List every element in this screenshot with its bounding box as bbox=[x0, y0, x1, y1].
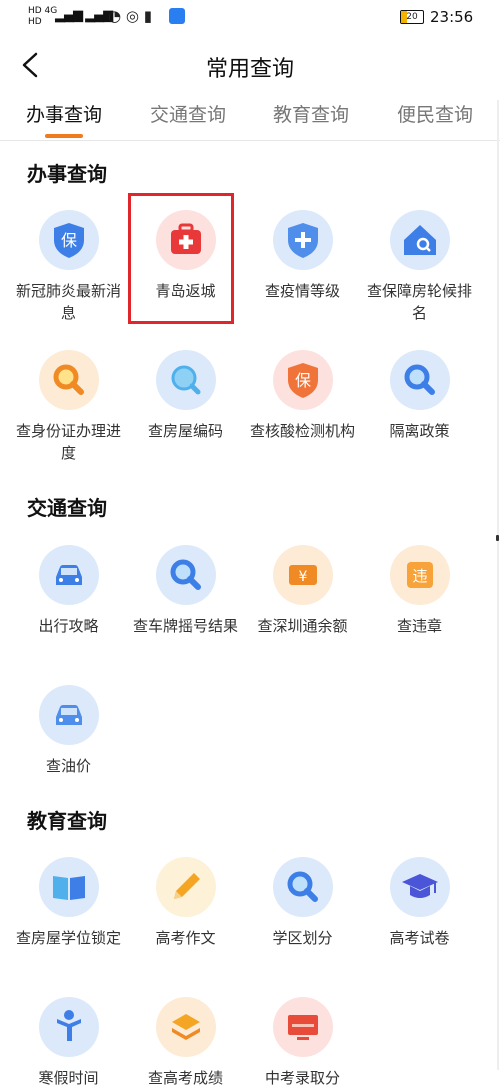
first-aid-kit-icon bbox=[155, 210, 216, 270]
grid-item-label: 查保障房轮候排名 bbox=[367, 282, 473, 322]
grid-item-label: 寒假时间 bbox=[38, 1069, 99, 1087]
grid-item-label: 出行攻略 bbox=[38, 617, 99, 635]
yuan-glyph: ¥ bbox=[298, 569, 307, 585]
battery-icon: 20 bbox=[400, 10, 424, 24]
violation-icon: 违 bbox=[389, 545, 450, 605]
grid-item-housing-ranking[interactable]: 查保障房轮候排名 bbox=[361, 210, 478, 324]
yuan-card-icon: ¥ bbox=[272, 545, 333, 605]
magnifier-icon bbox=[155, 545, 216, 605]
magnifier-icon bbox=[38, 350, 99, 410]
scrollbar-track[interactable] bbox=[497, 100, 499, 1070]
grid-item-oil-price[interactable]: 查油价 bbox=[10, 685, 127, 777]
bao-glyph: 保 bbox=[60, 231, 76, 250]
section-title-jiaotong: 交通查询 bbox=[27, 496, 107, 520]
bao-glyph: 保 bbox=[294, 371, 310, 390]
app-notification-icon bbox=[169, 8, 185, 24]
grid-item-winter-break[interactable]: 寒假时间 bbox=[10, 997, 127, 1089]
grid-item-label: 查核酸检测机构 bbox=[250, 422, 356, 440]
hd-signal-label: HD 4G bbox=[28, 6, 58, 16]
wei-glyph: 违 bbox=[412, 567, 427, 585]
grid-item-label: 查违章 bbox=[396, 617, 442, 635]
grid-item-label: 查深圳通余额 bbox=[257, 617, 348, 635]
hd-signal-label-2: HD bbox=[28, 17, 42, 27]
section-title-banshi: 办事查询 bbox=[27, 162, 107, 186]
grid-item-violations[interactable]: 违 查违章 bbox=[361, 545, 478, 637]
tab-bar: 办事查询 交通查询 教育查询 便民查询 bbox=[0, 96, 500, 141]
monitor-icon bbox=[272, 997, 333, 1057]
grid-item-label: 查房屋学位锁定 bbox=[16, 929, 122, 947]
tab-jiaoyu[interactable]: 教育查询 bbox=[273, 100, 349, 127]
grid-item-qingdao-return[interactable]: 青岛返城 bbox=[127, 210, 244, 302]
grid-item-school-district[interactable]: 学区划分 bbox=[244, 857, 361, 949]
status-bar: HD 4G HD ▂▄▆ ▂▄▆ ◔ ◎ ▮ 20 23:56 bbox=[0, 0, 500, 34]
grid-item-label: 高考试卷 bbox=[389, 929, 450, 947]
grid-item-label: 查车牌摇号结果 bbox=[133, 617, 239, 635]
grid-item-label: 查身份证办理进度 bbox=[16, 422, 122, 462]
scrollbar-thumb[interactable] bbox=[496, 535, 499, 541]
grid-item-label: 隔离政策 bbox=[389, 422, 450, 440]
house-search-icon bbox=[389, 210, 450, 270]
layers-icon bbox=[155, 997, 216, 1057]
tab-jiaotong[interactable]: 交通查询 bbox=[150, 100, 226, 127]
section-title-jiaoyu: 教育查询 bbox=[27, 809, 107, 833]
tab-banshi[interactable]: 办事查询 bbox=[26, 100, 102, 127]
header: 常用查询 bbox=[0, 38, 500, 94]
grid-item-label: 高考作文 bbox=[155, 929, 216, 947]
grid-item-gaokao-papers[interactable]: 高考试卷 bbox=[361, 857, 478, 949]
grid-item-epidemic-level[interactable]: 查疫情等级 bbox=[244, 210, 361, 302]
shield-bao-icon: 保 bbox=[38, 210, 99, 270]
grid-item-label: 查疫情等级 bbox=[264, 282, 340, 300]
grid-item-quarantine-policy[interactable]: 隔离政策 bbox=[361, 350, 478, 442]
grid-item-covid-news[interactable]: 保 新冠肺炎最新消息 bbox=[10, 210, 127, 324]
person-icon bbox=[38, 997, 99, 1057]
grid-item-id-card-progress[interactable]: 查身份证办理进度 bbox=[10, 350, 127, 464]
signal-bars-icon: ▂▄▆ ▂▄▆ bbox=[55, 8, 113, 23]
tab-bianmin[interactable]: 便民查询 bbox=[397, 100, 473, 127]
grid-item-sztong-balance[interactable]: ¥ 查深圳通余额 bbox=[244, 545, 361, 637]
magnifier-icon bbox=[272, 857, 333, 917]
pencil-icon bbox=[155, 857, 216, 917]
car-icon bbox=[38, 545, 99, 605]
magnifier-icon bbox=[389, 350, 450, 410]
grid-item-travel-guide[interactable]: 出行攻略 bbox=[10, 545, 127, 637]
grid-item-label: 新冠肺炎最新消息 bbox=[16, 282, 122, 322]
grid-item-label: 查油价 bbox=[45, 757, 91, 775]
grid-item-nucleic-test[interactable]: 保 查核酸检测机构 bbox=[244, 350, 361, 442]
wifi-icon: ◔ ◎ ▮ bbox=[108, 7, 152, 25]
grid-item-gaokao-score[interactable]: 查高考成绩 bbox=[127, 997, 244, 1089]
shield-plus-icon bbox=[272, 210, 333, 270]
grid-item-label: 学区划分 bbox=[272, 929, 333, 947]
grid-item-zhongkao-score[interactable]: 中考录取分 bbox=[244, 997, 361, 1089]
page-title: 常用查询 bbox=[205, 57, 294, 82]
grid-item-house-code[interactable]: 查房屋编码 bbox=[127, 350, 244, 442]
status-time: 23:56 bbox=[430, 8, 474, 26]
car-icon bbox=[38, 685, 99, 745]
battery-level: 20 bbox=[406, 12, 418, 22]
graduation-cap-icon bbox=[389, 857, 450, 917]
book-icon bbox=[38, 857, 99, 917]
active-tab-indicator bbox=[45, 134, 83, 138]
magnifier-icon bbox=[155, 350, 216, 410]
grid-item-label: 中考录取分 bbox=[264, 1069, 340, 1087]
grid-item-school-lock[interactable]: 查房屋学位锁定 bbox=[10, 857, 127, 949]
grid-item-label: 青岛返城 bbox=[155, 282, 216, 300]
grid-item-plate-lottery[interactable]: 查车牌摇号结果 bbox=[127, 545, 244, 637]
grid-item-gaokao-essay[interactable]: 高考作文 bbox=[127, 857, 244, 949]
shield-bao-icon: 保 bbox=[272, 350, 333, 410]
grid-item-label: 查高考成绩 bbox=[147, 1069, 223, 1087]
grid-item-label: 查房屋编码 bbox=[147, 422, 223, 440]
